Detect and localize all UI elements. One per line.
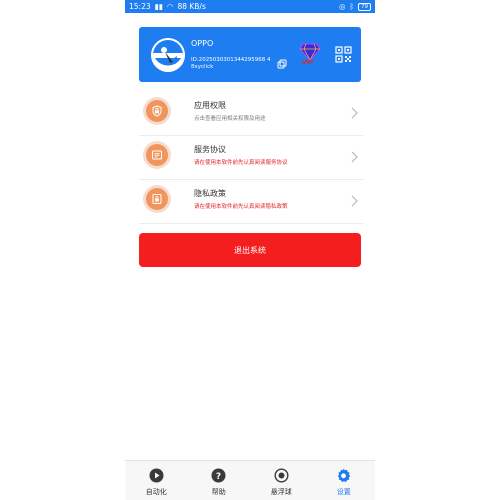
- menu-item-privacy-policy[interactable]: 隐私政策 请在使用本软件前先认真阅读隐私政策: [139, 180, 364, 224]
- menu-item-title: 应用权限: [194, 101, 226, 110]
- status-time: 15:23: [129, 2, 151, 11]
- svg-text:?: ?: [216, 472, 221, 482]
- gear-icon: [338, 468, 351, 482]
- menu-item-subtitle: 点击查看应用相关权限及用途: [194, 116, 266, 122]
- help-icon: ?: [211, 468, 226, 483]
- network-speed: 88 KB/s: [177, 2, 206, 11]
- vip-badge[interactable]: VIP: [299, 42, 321, 68]
- logout-button[interactable]: 退出系统: [139, 233, 361, 267]
- status-bar: 15:23 ▮▮ ◠ 88 KB/s ◎ ᛒ 79: [125, 0, 375, 13]
- profile-card: OPPO ID:2025030301344295968 48xyclick VI…: [139, 27, 361, 82]
- tab-label: 自动化: [145, 488, 167, 496]
- tab-label: 设置: [336, 488, 351, 496]
- profile-id: ID:2025030301344295968 48xyclick: [191, 57, 271, 70]
- vip-label: VIP: [302, 59, 314, 66]
- profile-name: OPPO: [191, 39, 214, 48]
- record-icon: [274, 468, 289, 483]
- menu-icon-wrapper: [143, 185, 171, 213]
- bottom-nav: 自动化 ? 帮助 悬浮球 设置: [125, 460, 375, 500]
- document-icon: [152, 150, 162, 160]
- qr-code-icon[interactable]: [335, 46, 352, 63]
- menu-item-subtitle: 请在使用本软件前先认真阅读服务协议: [194, 160, 288, 166]
- chevron-right-icon: [351, 107, 358, 119]
- menu-item-title: 隐私政策: [194, 189, 226, 198]
- wifi-icon: ◠: [166, 2, 174, 11]
- tab-help[interactable]: ? 帮助: [188, 461, 251, 500]
- menu-icon-wrapper: [143, 141, 171, 169]
- alarm-icon: ◎: [338, 2, 346, 11]
- tab-floating-ball[interactable]: 悬浮球: [250, 461, 313, 500]
- avatar[interactable]: [151, 38, 185, 72]
- menu-item-title: 服务协议: [194, 145, 226, 154]
- menu-item-app-permissions[interactable]: 应用权限 点击查看应用相关权限及用途: [139, 92, 364, 136]
- tab-label: 帮助: [211, 488, 226, 496]
- avatar-logo-icon: [151, 38, 185, 72]
- settings-menu: 应用权限 点击查看应用相关权限及用途 服务协议 请在使用本软件前先认真阅读服务协…: [139, 92, 364, 224]
- privacy-icon: [152, 194, 162, 204]
- menu-item-subtitle: 请在使用本软件前先认真阅读隐私政策: [194, 204, 288, 210]
- signal-icon: ▮▮: [154, 2, 163, 11]
- bluetooth-icon: ᛒ: [349, 2, 355, 11]
- tab-automation[interactable]: 自动化: [125, 461, 188, 500]
- battery-icon: 79: [358, 2, 371, 11]
- menu-item-service-agreement[interactable]: 服务协议 请在使用本软件前先认真阅读服务协议: [139, 136, 364, 180]
- tab-label: 悬浮球: [270, 488, 292, 496]
- copy-icon[interactable]: [277, 59, 287, 69]
- menu-icon-wrapper: [143, 97, 171, 125]
- play-icon: [149, 468, 164, 483]
- chevron-right-icon: [351, 195, 358, 207]
- tab-settings[interactable]: 设置: [313, 461, 376, 500]
- lock-icon: [152, 105, 162, 117]
- chevron-right-icon: [351, 151, 358, 163]
- phone-screen: 15:23 ▮▮ ◠ 88 KB/s ◎ ᛒ 79 OPPO ID:202503…: [125, 0, 375, 500]
